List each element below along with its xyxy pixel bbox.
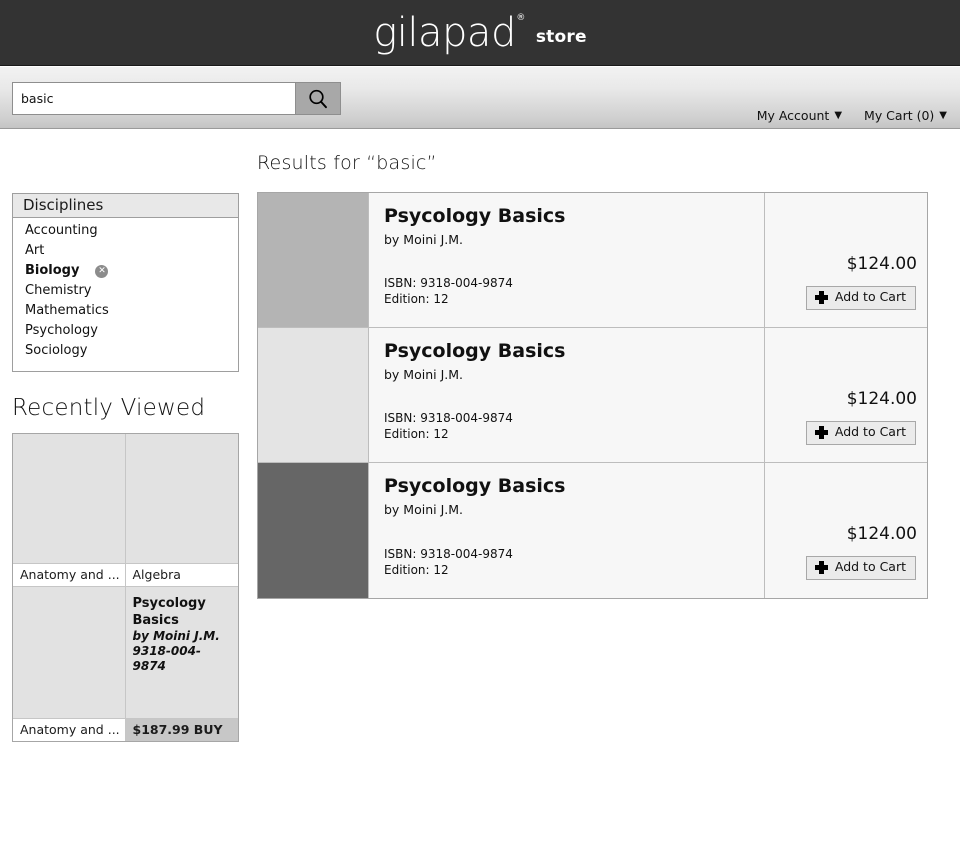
recently-viewed-item[interactable]: Algebra	[125, 434, 238, 587]
facet-item-sociology[interactable]: Sociology	[13, 341, 238, 361]
book-title-link[interactable]: Psycology Basics	[384, 205, 764, 227]
logo-store-label: store	[535, 27, 587, 47]
book-isbn: ISBN: 9318-004-9874	[384, 547, 513, 561]
book-price: $124.00	[846, 254, 917, 274]
book-thumbnail[interactable]	[13, 434, 125, 563]
facet-item-label: Mathematics	[25, 303, 109, 318]
recently-viewed-item[interactable]: Anatomy and ...	[13, 434, 126, 587]
facet-item-mathematics[interactable]: Mathematics	[13, 301, 238, 321]
add-to-cart-button[interactable]: Add to Cart	[805, 286, 916, 310]
facet-item-psychology[interactable]: Psychology	[13, 321, 238, 341]
book-price: $124.00	[846, 389, 917, 409]
recently-viewed-item-label: Algebra	[125, 563, 238, 586]
recently-viewed-item-label: Anatomy and ...	[13, 718, 125, 741]
add-to-cart-button[interactable]: Add to Cart	[805, 556, 916, 580]
plus-icon	[814, 561, 828, 574]
facet-item-accounting[interactable]: Accounting	[13, 221, 238, 241]
result-purchase-panel: $124.00 Add to Cart	[765, 193, 927, 327]
book-author: by Moini J.M.	[384, 232, 463, 247]
registered-trademark-icon: ®	[516, 13, 525, 23]
plus-icon	[814, 426, 828, 439]
facet-item-art[interactable]: Art	[13, 241, 238, 261]
site-header: gilapad ® store	[0, 0, 960, 66]
buy-button[interactable]: $187.99 BUY	[125, 718, 238, 741]
result-purchase-panel: $124.00 Add to Cart	[765, 463, 927, 598]
facet-item-chemistry[interactable]: Chemistry	[13, 281, 238, 301]
book-title: Psycology Basics	[132, 596, 206, 628]
chevron-down-icon: ▼	[834, 109, 843, 121]
book-title-link[interactable]: Psycology Basics	[384, 475, 764, 497]
my-account-label: My Account	[756, 108, 830, 123]
recently-viewed-item[interactable]: Anatomy and ...	[13, 587, 126, 741]
disciplines-facet-panel: Disciplines Accounting Art Biology ✕ Chemist…	[12, 193, 239, 372]
disciplines-title: Disciplines	[13, 194, 238, 218]
book-edition: Edition: 12	[384, 292, 449, 306]
facet-item-label: Art	[25, 243, 45, 258]
disciplines-list: Accounting Art Biology ✕ Chemistry Mathematic…	[13, 218, 238, 371]
book-author: by Moini J.M.	[384, 367, 463, 382]
facet-item-biology[interactable]: Biology ✕	[13, 261, 238, 281]
account-nav: My Account ▼ My Cart (0) ▼	[757, 108, 947, 123]
add-to-cart-label: Add to Cart	[834, 559, 906, 575]
result-purchase-panel: $124.00 Add to Cart	[765, 328, 927, 462]
my-cart-menu[interactable]: My Cart (0) ▼	[864, 108, 947, 123]
my-cart-label: My Cart (0)	[864, 108, 935, 123]
facet-item-label: Sociology	[25, 343, 88, 358]
result-details: Psycology Basics by Moini J.M. ISBN: 9318-…	[369, 328, 765, 462]
result-row: Psycology Basics by Moini J.M. ISBN: 9318-…	[258, 328, 927, 463]
sidebar: Disciplines Accounting Art Biology ✕ Chemist…	[12, 193, 239, 742]
book-cover-thumbnail[interactable]	[258, 463, 369, 598]
book-cover-thumbnail[interactable]	[258, 193, 369, 327]
add-to-cart-label: Add to Cart	[834, 289, 906, 305]
book-title-link[interactable]: Psycology Basics	[384, 340, 764, 362]
book-price: $124.00	[846, 524, 917, 544]
book-edition: Edition: 12	[384, 563, 449, 577]
book-edition: Edition: 12	[384, 427, 449, 441]
recently-viewed-item-label: Anatomy and ...	[13, 563, 125, 586]
book-isbn: ISBN: 9318-004-9874	[384, 411, 513, 425]
facet-item-label: Chemistry	[25, 283, 92, 298]
results-list: Psycology Basics by Moini J.M. ISBN: 9318-…	[257, 192, 928, 599]
site-logo[interactable]: gilapad ® store	[0, 0, 960, 66]
remove-facet-icon[interactable]: ✕	[95, 264, 109, 278]
result-row: Psycology Basics by Moini J.M. ISBN: 9318-…	[258, 463, 927, 598]
recently-viewed-grid: Anatomy and ... Algebra Anatomy and ... Psy…	[12, 433, 239, 742]
chevron-down-icon: ▼	[939, 109, 947, 121]
logo-wordmark-text: gilapad	[373, 10, 516, 56]
results-heading: Results for “basic”	[257, 152, 437, 174]
search-icon	[307, 88, 329, 110]
recently-viewed-item[interactable]: Psycology Basics by Moini J.M. 9318-004-98…	[125, 587, 239, 741]
book-thumbnail[interactable]	[125, 434, 238, 563]
book-isbn: 9318-004-9874	[132, 644, 201, 673]
book-metadata: ISBN: 9318-004-9874 Edition: 12	[384, 410, 513, 442]
facet-item-label: Accounting	[25, 223, 98, 238]
add-to-cart-button[interactable]: Add to Cart	[805, 421, 916, 445]
book-author: by Moini J.M.	[384, 502, 463, 517]
result-row: Psycology Basics by Moini J.M. ISBN: 9318-…	[258, 193, 927, 328]
book-isbn: ISBN: 9318-004-9874	[384, 276, 513, 290]
book-cover-thumbnail[interactable]	[258, 328, 369, 462]
facet-item-label: Biology	[25, 263, 80, 278]
book-thumbnail[interactable]: Psycology Basics by Moini J.M. 9318-004-98…	[125, 587, 239, 718]
add-to-cart-label: Add to Cart	[834, 424, 906, 440]
search-button[interactable]	[295, 82, 341, 115]
result-details: Psycology Basics by Moini J.M. ISBN: 9318-…	[369, 193, 765, 327]
book-hover-details: Psycology Basics by Moini J.M. 9318-004-98…	[126, 587, 239, 718]
book-thumbnail[interactable]	[13, 587, 125, 718]
my-account-menu[interactable]: My Account ▼	[757, 108, 842, 123]
facet-item-label: Psychology	[25, 323, 98, 338]
book-author: by Moini J.M.	[132, 629, 220, 643]
logo-wordmark: gilapad ®	[373, 10, 525, 56]
result-details: Psycology Basics by Moini J.M. ISBN: 9318-…	[369, 463, 765, 598]
plus-icon	[814, 291, 828, 304]
book-metadata: ISBN: 9318-004-9874 Edition: 12	[384, 275, 513, 307]
book-metadata: ISBN: 9318-004-9874 Edition: 12	[384, 546, 513, 578]
search-input[interactable]	[12, 82, 295, 115]
recently-viewed-heading: Recently Viewed	[12, 395, 206, 421]
search-form	[12, 82, 341, 115]
